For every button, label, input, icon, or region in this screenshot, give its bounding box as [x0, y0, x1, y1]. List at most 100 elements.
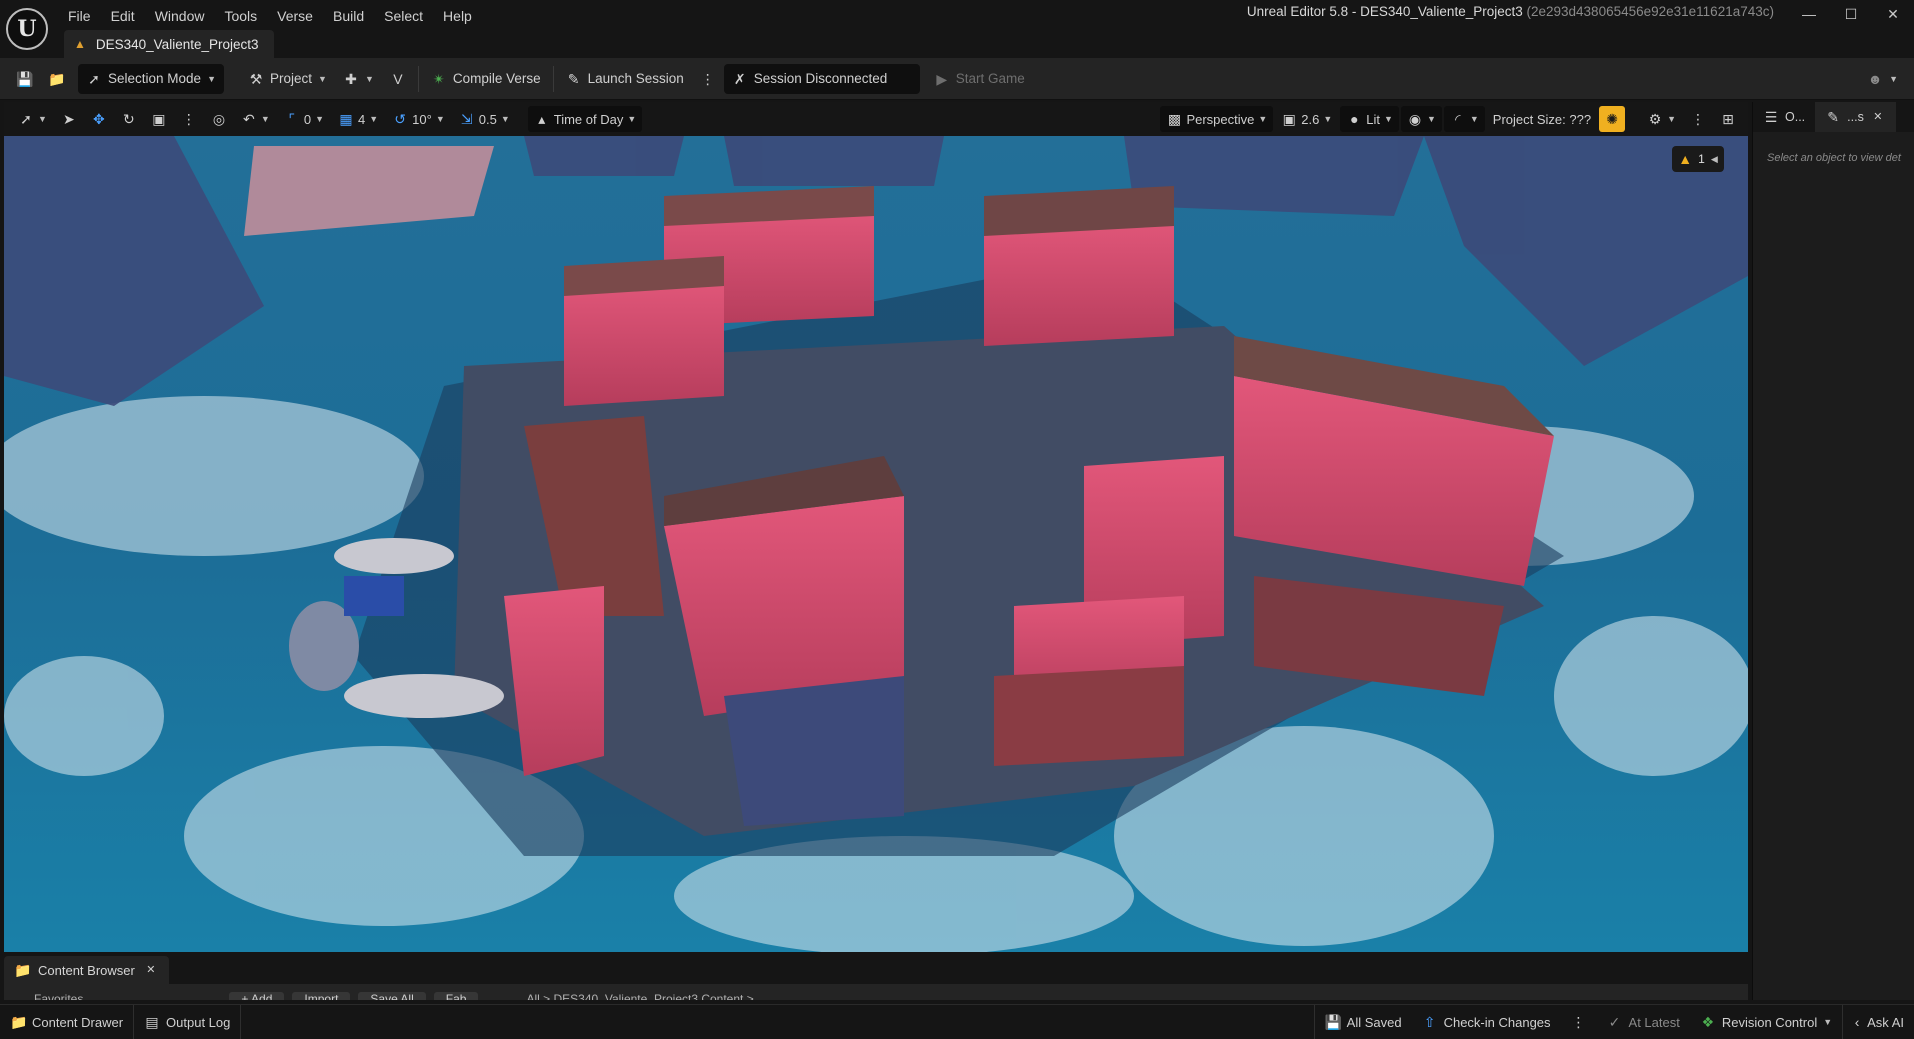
level-viewport[interactable]: ➚ ▼ ➤ ✥ ↻ ▣ ⋮ ◎ ↶ ▼ ⌜ 0 ▼ ▦ 4 ▼ ↺ 10° ▼ ⇲ 0.5…: [4, 102, 1748, 952]
tab-project[interactable]: ▲ DES340_Valiente_Project3: [64, 30, 274, 58]
window-controls: — ☐ ✕: [1788, 0, 1914, 28]
globe-icon: ◎: [212, 111, 226, 127]
tab-details[interactable]: ✎ ...s ✕: [1815, 102, 1896, 132]
revision-control-dropdown[interactable]: ❖ Revision Control ▼: [1690, 1005, 1842, 1039]
angle-snap-value: 10°: [412, 111, 432, 127]
close-icon[interactable]: ✕: [1870, 109, 1886, 125]
users-icon: ☻: [1867, 70, 1883, 87]
unreal-logo-icon[interactable]: U: [6, 8, 48, 50]
snap-icon: ⌜: [288, 111, 296, 127]
time-of-day-dropdown[interactable]: ▴ Time of Day ▼: [527, 106, 643, 132]
menu-window[interactable]: Window: [145, 5, 215, 27]
angle-snap-dropdown[interactable]: ↺ 10° ▼: [386, 106, 451, 132]
snap-value-dropdown[interactable]: ⌜ 0 ▼: [278, 106, 330, 132]
launch-session-button[interactable]: ✎ Launch Session: [558, 64, 692, 94]
tab-project-label: DES340_Valiente_Project3: [95, 36, 259, 52]
menu-bar: File Edit Window Tools Verse Build Selec…: [58, 5, 482, 27]
layout-button[interactable]: ⊞: [1714, 106, 1742, 132]
selection-mode-button[interactable]: ➚ Selection Mode ▼: [78, 63, 224, 94]
launch-icon: ✎: [567, 70, 580, 87]
browse-button[interactable]: 📁: [40, 64, 72, 94]
lit-label: Lit: [1366, 111, 1381, 127]
pencil-icon: ✎: [1827, 109, 1840, 125]
output-log-button[interactable]: ▤ Output Log: [134, 1005, 240, 1039]
menu-build[interactable]: Build: [323, 5, 374, 27]
camera-icon: ▩: [1167, 111, 1182, 127]
all-saved-indicator[interactable]: 💾 All Saved: [1315, 1005, 1412, 1039]
status-bar: 📁 Content Drawer ▤ Output Log 💾 All Save…: [0, 1004, 1914, 1039]
tab-content-browser[interactable]: 📁 Content Browser ✕: [4, 956, 169, 984]
save-status-icon: 💾: [1324, 1014, 1343, 1030]
sync-icon: ✓: [1608, 1014, 1621, 1030]
chevron-down-icon: ▼: [1889, 73, 1898, 84]
output-log-label: Output Log: [166, 1014, 231, 1030]
check-in-button[interactable]: ⇧ Check-in Changes: [1412, 1005, 1561, 1039]
folder-icon: 📁: [14, 962, 32, 978]
viewport-toolbar: ➚ ▼ ➤ ✥ ↻ ▣ ⋮ ◎ ↶ ▼ ⌜ 0 ▼ ▦ 4 ▼ ↺ 10° ▼ ⇲ 0.5…: [4, 102, 1748, 136]
window-title: Unreal Editor 5.8 - DES340_Valiente_Proj…: [1246, 4, 1774, 19]
collaboration-button[interactable]: ☻ ▼: [1859, 64, 1906, 94]
scale-snap-dropdown[interactable]: ⇲ 0.5 ▼: [453, 106, 516, 132]
viewport-more-button[interactable]: ⋮: [1684, 106, 1712, 132]
project-button[interactable]: ⚒ Project ▼: [240, 64, 335, 94]
world-local-toggle[interactable]: ◎: [205, 106, 233, 132]
chevron-down-icon: ▼: [315, 114, 324, 124]
check-in-label: Check-in Changes: [1443, 1014, 1551, 1030]
viewport-settings-dropdown[interactable]: ⚙ ▼: [1641, 106, 1682, 132]
maximize-icon[interactable]: ☐: [1830, 0, 1872, 28]
content-drawer-button[interactable]: 📁 Content Drawer: [0, 1005, 133, 1039]
at-latest-indicator[interactable]: ✓ At Latest: [1597, 1005, 1690, 1039]
disconnected-icon: ✗: [733, 70, 746, 87]
menu-select[interactable]: Select: [374, 5, 433, 27]
minimize-icon[interactable]: —: [1788, 0, 1830, 28]
chevron-down-icon: ▼: [1384, 114, 1393, 124]
save-all-button[interactable]: Save All: [358, 992, 426, 1000]
favorites-toggle[interactable]: Favorites: [34, 992, 83, 1000]
add-content-button[interactable]: ✚ ▼: [335, 64, 382, 94]
show-flags-dropdown[interactable]: ◉ ▼: [1400, 106, 1442, 132]
more-vertical-icon: ⋮: [1691, 111, 1705, 127]
transform-menu[interactable]: ➚ ▼: [12, 106, 53, 132]
scale-tool[interactable]: ▣: [145, 106, 173, 132]
ask-ai-label: Ask AI: [1867, 1014, 1904, 1030]
scene-render[interactable]: [4, 136, 1748, 952]
verse-button[interactable]: V: [382, 64, 414, 94]
project-icon: ⚒: [249, 70, 263, 87]
chevron-down-icon: ▼: [38, 114, 47, 124]
grid-snap-dropdown[interactable]: ▦ 4 ▼: [332, 106, 384, 132]
menu-verse[interactable]: Verse: [267, 5, 323, 27]
time-of-day-label: Time of Day: [553, 111, 624, 127]
save-button[interactable]: 💾: [8, 64, 40, 94]
move-tool[interactable]: ✥: [85, 106, 113, 132]
tab-outliner[interactable]: ☰ O...: [1753, 102, 1815, 132]
more-tools-button[interactable]: ⋮: [175, 106, 203, 132]
warning-badge[interactable]: ▲ 1 ◀: [1672, 146, 1724, 172]
close-icon[interactable]: ✕: [143, 962, 159, 978]
menu-file[interactable]: File: [58, 5, 101, 27]
rotate-tool[interactable]: ↻: [115, 106, 143, 132]
breadcrumb[interactable]: All > DES340_Valiente_Project3 Content >: [526, 992, 753, 1000]
realtime-toggle[interactable]: ✺: [1599, 106, 1626, 132]
status-more-button[interactable]: ⋮: [1561, 1005, 1597, 1039]
menu-edit[interactable]: Edit: [101, 5, 145, 27]
menu-help[interactable]: Help: [433, 5, 482, 27]
add-button[interactable]: + Add: [229, 992, 285, 1000]
rotation-snap-dropdown[interactable]: ↶ ▼: [235, 106, 276, 132]
menu-tools[interactable]: Tools: [214, 5, 267, 27]
chevron-down-icon: ▼: [1823, 1017, 1833, 1027]
close-icon[interactable]: ✕: [1872, 0, 1914, 28]
performance-dropdown[interactable]: ◜ ▼: [1443, 106, 1485, 132]
start-game-button[interactable]: ▶ Start Game: [926, 64, 1033, 94]
fab-button[interactable]: Fab: [433, 992, 479, 1000]
perspective-dropdown[interactable]: ▩ Perspective ▼: [1160, 106, 1274, 132]
ask-ai-button[interactable]: ‹ Ask AI: [1843, 1005, 1914, 1039]
lit-dropdown[interactable]: ● Lit ▼: [1340, 106, 1399, 132]
scale-snap-value: 0.5: [478, 111, 497, 127]
compile-verse-button[interactable]: ✴ Compile Verse: [423, 64, 549, 94]
camera-speed-dropdown[interactable]: ▣ 2.6 ▼: [1275, 106, 1338, 132]
chevron-down-icon: ▼: [364, 73, 374, 84]
import-button[interactable]: Import: [292, 992, 351, 1000]
select-tool[interactable]: ➤: [55, 106, 83, 132]
more-options-button[interactable]: ⋮: [692, 64, 724, 94]
session-status[interactable]: ✗ Session Disconnected: [723, 63, 920, 94]
